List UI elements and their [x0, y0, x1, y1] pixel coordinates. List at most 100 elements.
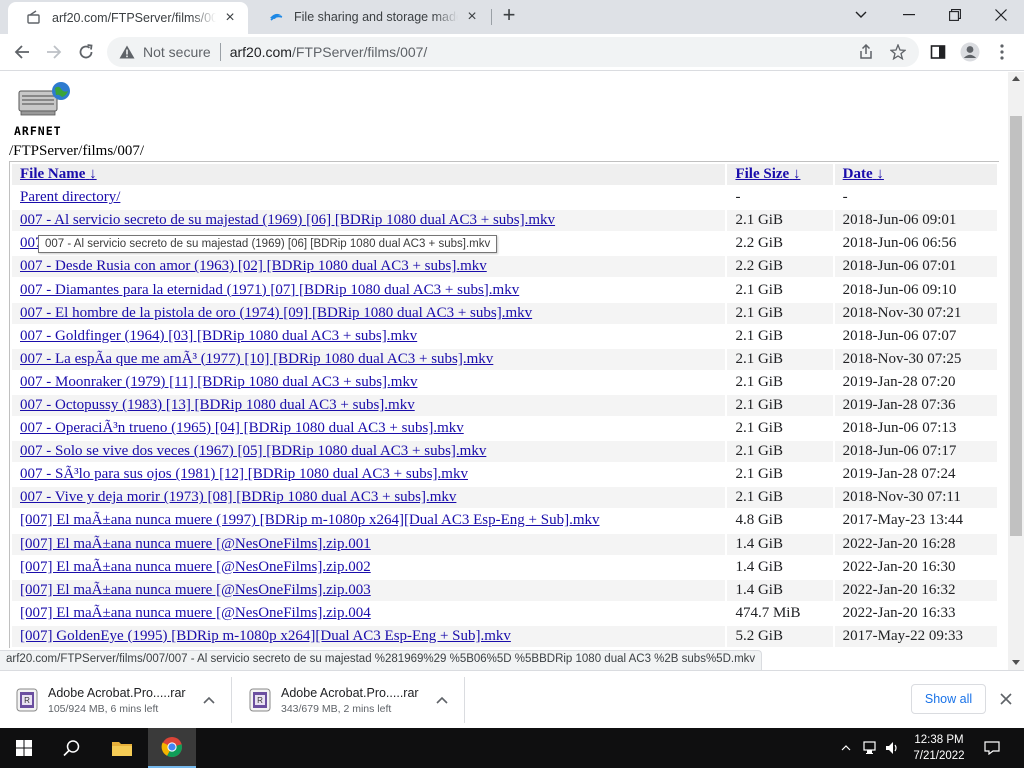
column-header-date: Date ↓ [834, 164, 997, 186]
clock-time: 12:38 PM [914, 734, 964, 746]
bookmark-star-icon[interactable] [886, 38, 910, 66]
scroll-up-arrow-icon[interactable] [1012, 76, 1020, 81]
page-content: ARFNET /FTPServer/films/007/ File Name ↓… [0, 72, 1008, 648]
current-directory: /FTPServer/films/007/ [9, 143, 144, 159]
file-link[interactable]: 007 - OperaciÃ³n trueno (1965) [04] [BDR… [20, 420, 464, 436]
tab-file-sharing[interactable]: File sharing and storage made simple × [250, 0, 490, 34]
show-hidden-icons-chevron-icon[interactable] [837, 728, 855, 768]
table-row: 007 - Goldfinger (1964) [03] [BDRip 1080… [12, 326, 997, 347]
minimize-button[interactable] [886, 0, 932, 30]
download-shelf: R Adobe Acrobat.Pro.....rar 105/924 MB, … [0, 670, 1024, 728]
table-row: 007 - Solo se vive dos veces (1967) [05]… [12, 441, 997, 463]
address-bar[interactable]: Not secure arf20.com/FTPServer/films/007… [107, 37, 919, 67]
omnibox-divider [219, 43, 221, 61]
table-row: 007 - SÃ³lo para sus ojos (1981) [12] [B… [12, 464, 997, 485]
table-row: [007] El maÃ±ana nunca muere [@NesOneFil… [12, 557, 997, 578]
network-icon[interactable] [861, 728, 881, 768]
parent-directory-link[interactable]: Parent directory/ [20, 189, 120, 205]
file-link[interactable]: 007 - Goldfinger (1964) [03] [BDRip 1080… [20, 328, 417, 344]
forward-button[interactable] [40, 38, 68, 66]
side-panel-icon[interactable] [926, 38, 950, 66]
file-link[interactable]: [007] GoldenEye (1995) [BDRip m-1080p x2… [20, 628, 511, 644]
tab-title: arf20.com/FTPServer/films/007/ [52, 11, 216, 25]
svg-text:R: R [24, 696, 30, 705]
chevron-up-icon[interactable] [432, 690, 452, 710]
cell-file-size: 2.1 GiB [727, 394, 833, 417]
download-item[interactable]: R Adobe Acrobat.Pro.....rar 105/924 MB, … [0, 677, 232, 723]
close-tab-icon[interactable]: × [464, 9, 480, 25]
scrollbar-thumb[interactable] [1010, 116, 1022, 536]
cell-date: 2019-Jan-28 07:36 [834, 394, 997, 417]
share-icon[interactable] [854, 38, 878, 66]
file-link[interactable]: 007 - Desde Rusia con amor (1963) [02] [… [20, 258, 487, 274]
back-button[interactable] [8, 38, 36, 66]
menu-kebab-icon[interactable] [990, 38, 1014, 66]
file-link[interactable]: 007 - Moonraker (1979) [11] [BDRip 1080 … [20, 374, 417, 390]
show-all-downloads-button[interactable]: Show all [911, 684, 986, 714]
file-link[interactable]: [007] El maÃ±ana nunca muere [@NesOneFil… [20, 605, 371, 621]
windows-start-icon[interactable] [0, 728, 48, 768]
profile-avatar-icon[interactable] [958, 38, 982, 66]
file-link[interactable]: 007 - El hombre de la pistola de oro (19… [20, 305, 532, 321]
warning-icon[interactable] [119, 44, 135, 60]
system-clock[interactable]: 12:38 PM 7/21/2022 [904, 732, 974, 764]
file-link[interactable]: 007 - La espÃa que me amÃ³ (1977) [10] [… [20, 351, 493, 367]
cell-file-name: 007 - SÃ³lo para sus ojos (1981) [12] [B… [12, 464, 725, 485]
file-link[interactable]: 007 - Al servicio secreto de su majestad… [20, 212, 555, 228]
cell-date: 2018-Nov-30 07:11 [834, 487, 997, 509]
cell-file-name: Parent directory/ [12, 187, 725, 208]
close-window-button[interactable] [978, 0, 1024, 30]
scroll-down-arrow-icon[interactable] [1012, 660, 1020, 665]
logo-text: ARFNET [14, 124, 62, 138]
file-link[interactable]: 007 - Diamantes para la eternidad (1971)… [20, 282, 519, 298]
cell-file-size: 2.1 GiB [735, 420, 783, 437]
cell-file-name: 007 - Solo se vive dos veces (1967) [05]… [12, 441, 726, 463]
table-row: 007 - La espÃa que me amÃ³ (1977) [10] [… [12, 348, 997, 370]
close-shelf-icon[interactable] [996, 689, 1016, 709]
file-link[interactable]: 007 - Octopussy (1983) [13] [BDRip 1080 … [20, 397, 415, 413]
cell-file-name: 007 - Octopussy (1983) [13] [BDRip 1080 … [12, 394, 726, 417]
file-link[interactable]: 007 - SÃ³lo para sus ojos (1981) [12] [B… [20, 466, 468, 482]
windows-taskbar: 12:38 PM 7/21/2022 [0, 728, 1024, 768]
cell-date: 2022-Jan-20 16:28 [834, 533, 997, 555]
cell-date: 2018-Jun-06 06:56 [842, 235, 957, 252]
close-tab-icon[interactable]: × [222, 10, 238, 26]
rar-file-icon: R [249, 688, 271, 712]
cell-date: 2019-Jan-28 07:20 [842, 373, 956, 390]
cell-file-size: 474.7 MiB [735, 604, 801, 621]
cell-date: 2017-May-23 13:44 [842, 512, 964, 529]
file-link[interactable]: [007] El maÃ±ana nunca muere (1997) [BDR… [20, 512, 600, 528]
sort-by-size-link[interactable]: File Size ↓ [735, 166, 800, 182]
page-scrollbar[interactable] [1008, 72, 1024, 670]
cell-file-size: 2.1 GiB [727, 302, 833, 324]
sort-by-name-link[interactable]: File Name ↓ [20, 166, 97, 182]
tab-ftp-listing[interactable]: arf20.com/FTPServer/films/007/ × [8, 2, 248, 34]
restore-button[interactable] [932, 0, 978, 30]
tab-search-icon[interactable] [838, 0, 884, 30]
sort-by-date-link[interactable]: Date ↓ [843, 166, 884, 182]
new-tab-button[interactable]: + [498, 4, 520, 27]
table-row: 007 - El hombre de la pistola de oro (19… [12, 302, 997, 324]
file-link[interactable]: 007 - Solo se vive dos veces (1967) [05]… [20, 443, 486, 459]
reload-button[interactable] [72, 38, 100, 66]
file-link[interactable]: [007] El maÃ±ana nunca muere [@NesOneFil… [20, 536, 371, 552]
sort-arrow-icon: ↓ [89, 166, 97, 183]
cell-file-name: 007 - Diamantes para la eternidad (1971)… [12, 279, 725, 300]
file-explorer-icon[interactable] [98, 728, 146, 768]
cell-date: 2018-Jun-06 09:01 [834, 210, 997, 232]
search-icon[interactable] [48, 728, 96, 768]
download-item[interactable]: R Adobe Acrobat.Pro.....rar 343/679 MB, … [233, 677, 465, 723]
notifications-icon[interactable] [980, 728, 1004, 768]
chevron-up-icon[interactable] [199, 690, 219, 710]
url-text[interactable]: arf20.com/FTPServer/films/007/ [230, 44, 428, 60]
chrome-icon[interactable] [148, 728, 196, 768]
file-link[interactable]: [007] El maÃ±ana nunca muere [@NesOneFil… [20, 582, 371, 598]
table-row: [007] El maÃ±ana nunca muere (1997) [BDR… [12, 510, 997, 531]
cell-date: 2018-Jun-06 07:07 [842, 327, 957, 344]
volume-icon[interactable] [883, 728, 903, 768]
file-link[interactable]: 007 - Vive y deja morir (1973) [08] [BDR… [20, 489, 456, 505]
cell-file-name: [007] El maÃ±ana nunca muere [@NesOneFil… [12, 533, 726, 555]
file-link[interactable]: [007] El maÃ±ana nunca muere [@NesOneFil… [20, 559, 371, 575]
cell-file-size: 2.1 GiB [727, 348, 833, 370]
security-label[interactable]: Not secure [143, 44, 211, 60]
